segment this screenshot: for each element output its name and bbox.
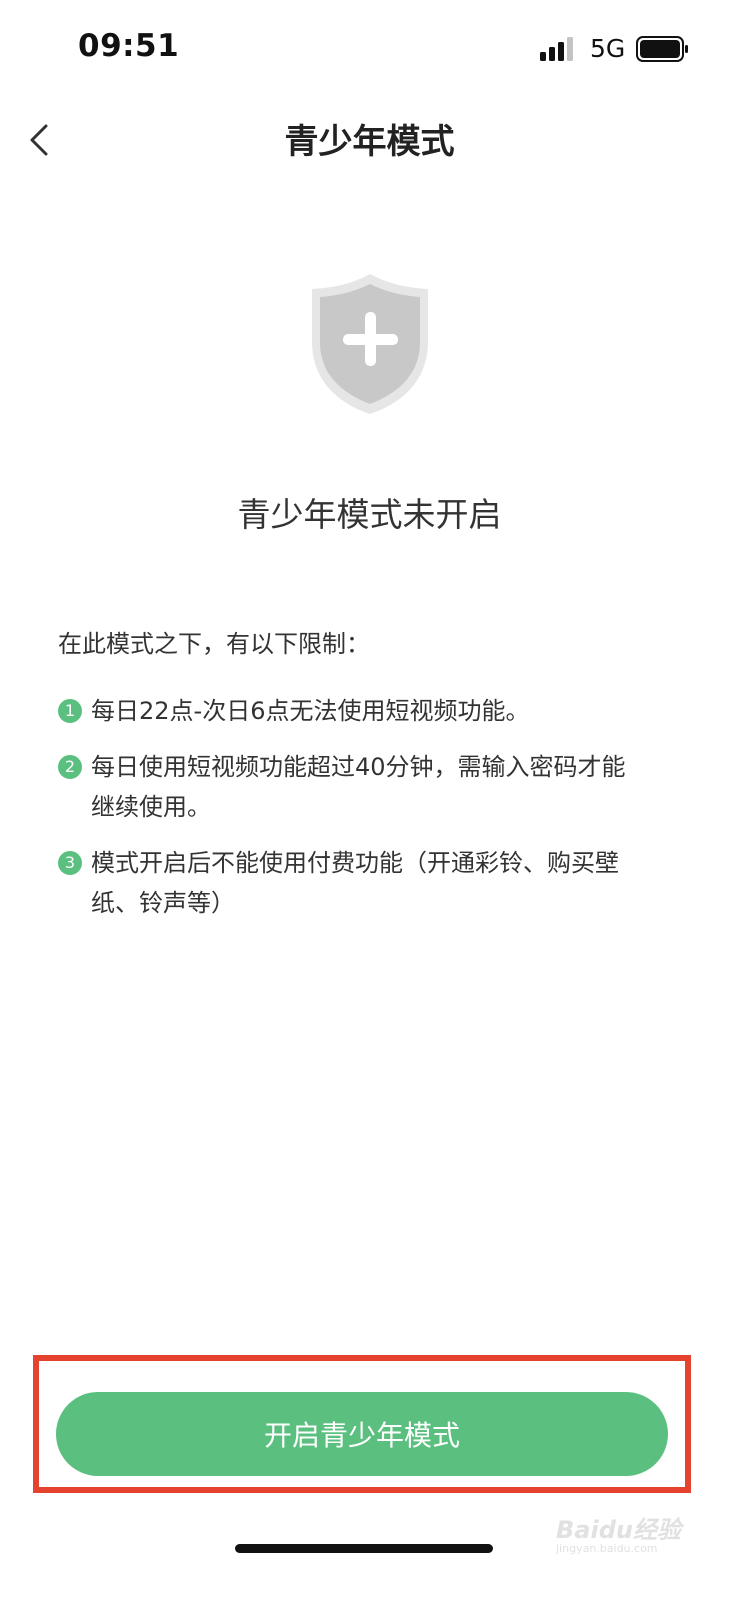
number-badge: 2	[58, 755, 82, 779]
restriction-list: 在此模式之下，有以下限制： 1 每日22点-次日6点无法使用短视频功能。 2 每…	[58, 624, 698, 939]
restriction-text: 每日使用短视频功能超过40分钟，需输入密码才能继续使用。	[91, 753, 626, 821]
restriction-item: 1 每日22点-次日6点无法使用短视频功能。	[58, 691, 698, 731]
nav-bar: 青少年模式	[0, 100, 739, 180]
restriction-item: 3 模式开启后不能使用付费功能（开通彩铃、购买壁纸、铃声等）	[58, 843, 698, 923]
home-indicator[interactable]	[235, 1544, 493, 1553]
watermark: Baidu经验 jingyan.baidu.com	[556, 1506, 696, 1562]
status-time: 09:51	[78, 28, 180, 64]
page-title: 青少年模式	[284, 122, 455, 162]
watermark-url: jingyan.baidu.com	[556, 1542, 658, 1555]
shield-plus-icon	[312, 274, 428, 414]
mode-status-title: 青少年模式未开启	[237, 495, 502, 534]
restriction-text: 每日22点-次日6点无法使用短视频功能。	[91, 697, 530, 725]
battery-icon	[636, 36, 688, 62]
restriction-intro: 在此模式之下，有以下限制：	[58, 630, 370, 658]
network-label: 5G	[590, 34, 626, 63]
restriction-text: 模式开启后不能使用付费功能（开通彩铃、购买壁纸、铃声等）	[91, 849, 619, 917]
restriction-item: 2 每日使用短视频功能超过40分钟，需输入密码才能继续使用。	[58, 747, 698, 827]
signal-icon	[540, 37, 573, 61]
watermark-logo-text: Baidu经验	[556, 1516, 681, 1544]
number-badge: 3	[58, 851, 82, 875]
status-bar: 09:51 5G	[0, 0, 739, 100]
number-badge: 1	[58, 699, 82, 723]
enable-teen-mode-button[interactable]: 开启青少年模式	[56, 1392, 668, 1476]
